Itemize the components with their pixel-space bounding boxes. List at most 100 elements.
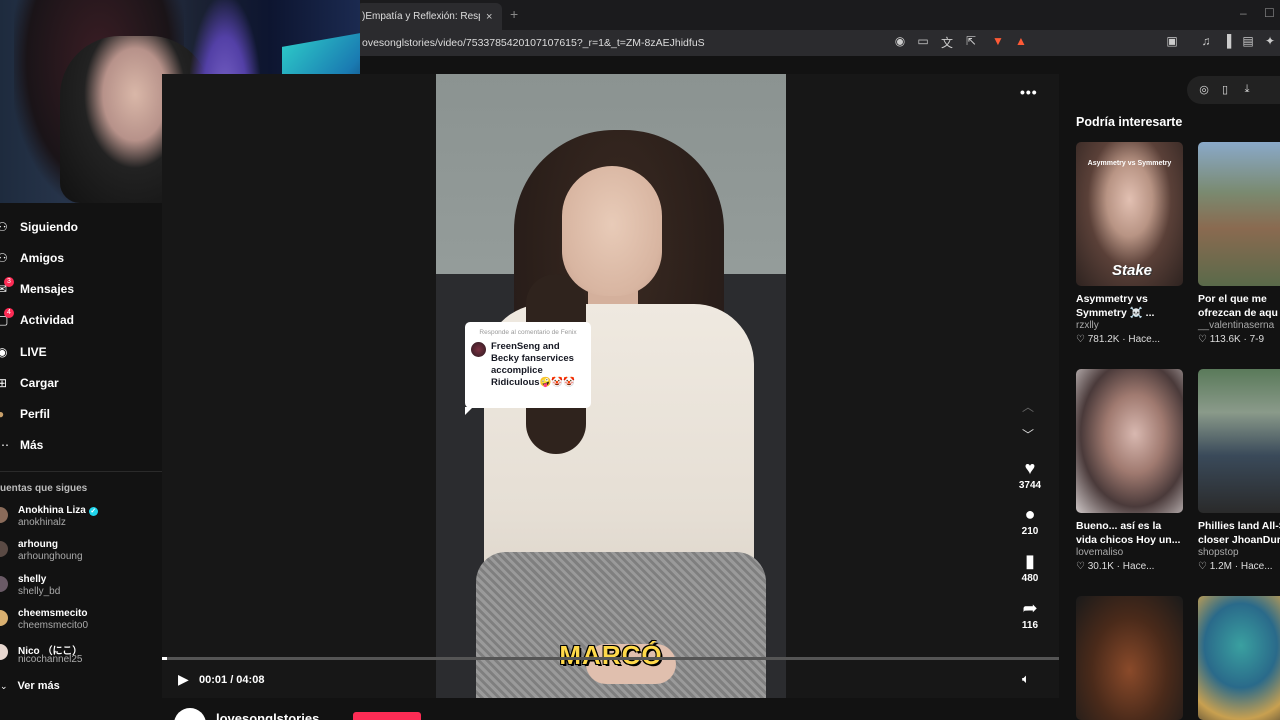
thumbnail-caption: Asymmetry vs Symmetry xyxy=(1087,160,1172,167)
card-title: Asymmetry vs Symmetry ☠️ ... xyxy=(1076,293,1155,319)
new-tab-button[interactable]: + xyxy=(510,6,518,22)
sidebar-item-more[interactable]: ⋯ Más xyxy=(0,435,43,455)
volume-icon[interactable]: 🔈︎ xyxy=(1022,671,1030,687)
next-video-icon[interactable]: ﹀ xyxy=(1022,426,1034,443)
share-count: 116 xyxy=(1021,620,1039,631)
recommendations-title: Podría interesarte xyxy=(1076,115,1183,129)
account-item[interactable]: arhoung arhounghoung xyxy=(0,538,162,568)
avatar xyxy=(0,541,8,557)
media-icon[interactable]: ◉ xyxy=(892,34,908,48)
extensions-icon[interactable]: ✦ xyxy=(1262,34,1278,48)
comment-button[interactable]: ● 210 xyxy=(1010,504,1050,537)
account-name: shelly xyxy=(18,574,47,585)
progress-bar[interactable] xyxy=(162,657,1059,660)
save-count: 480 xyxy=(1021,573,1039,584)
author-name[interactable]: lovesonglstories xyxy=(216,711,319,720)
avatar[interactable] xyxy=(174,708,206,720)
recommendations-panel: ◎ ▯ ⤓ Podría interesarte Asymmetry vs Sy… xyxy=(1059,56,1280,720)
account-handle: nicochannel25 xyxy=(18,654,83,665)
see-more-button[interactable]: ⌄ Ver más xyxy=(0,679,60,693)
more-options-icon[interactable]: ••• xyxy=(1020,84,1038,100)
following-accounts-title: uentas que sigues xyxy=(0,483,88,494)
chevron-down-icon: ⌄ xyxy=(0,680,8,691)
video-thumbnail[interactable]: Asymmetry vs Symmetry Stake xyxy=(1076,142,1183,286)
play-icon[interactable]: ▶ xyxy=(178,671,189,688)
video-thumbnail[interactable] xyxy=(1076,596,1183,720)
sidebar-item-upload[interactable]: ⊞ Cargar xyxy=(0,373,59,393)
save-button[interactable]: ▮ 480 xyxy=(1010,551,1050,584)
close-tab-icon[interactable]: × xyxy=(486,11,492,23)
heart-icon: ♡ xyxy=(1076,561,1085,572)
card-stats: ♡ 1.2M · Hace... xyxy=(1198,561,1273,572)
video-tools: ◎ ▯ ⤓ xyxy=(1187,76,1280,104)
comment-count: 210 xyxy=(1021,526,1039,537)
stake-logo: Stake xyxy=(1112,262,1153,279)
compass-icon[interactable]: ◎ xyxy=(1197,83,1211,96)
translate-icon[interactable]: 文 xyxy=(939,34,955,51)
like-button[interactable]: ♥ 3744 xyxy=(1010,458,1050,491)
activity-badge: 4 xyxy=(4,308,14,318)
video-thumbnail[interactable] xyxy=(1076,369,1183,513)
account-handle: anokhinalz xyxy=(18,517,66,528)
sidebar-item-profile[interactable]: ● Perfil xyxy=(0,404,50,424)
card-author: __valentinaserna xyxy=(1198,320,1275,331)
browser-tab[interactable]: )Empatía y Reflexión: Respuesta × xyxy=(356,3,502,30)
maximize-button[interactable]: ☐ xyxy=(1264,6,1275,20)
sidebar-icon[interactable]: ▐ xyxy=(1219,34,1235,48)
share-button[interactable]: ➦ 116 xyxy=(1010,598,1050,631)
nav-label: LIVE xyxy=(20,345,47,359)
video-thumbnail[interactable] xyxy=(1198,369,1280,513)
sidebar-item-friends[interactable]: ⚇ Amigos xyxy=(0,248,64,268)
sidebar-item-live[interactable]: ◉ LIVE xyxy=(0,342,47,362)
account-item[interactable]: Anokhina Liza ✓ anokhinalz xyxy=(0,504,162,534)
nav-label: Perfil xyxy=(20,407,51,421)
comment-icon: ● xyxy=(1024,504,1036,524)
video-thumbnail[interactable] xyxy=(1198,596,1280,720)
author-bar: lovesonglstories xyxy=(162,698,1059,720)
minimize-button[interactable]: – xyxy=(1240,6,1247,20)
nav-label: Amigos xyxy=(20,251,65,265)
sidebar-item-messages[interactable]: ✉ 3 Mensajes xyxy=(0,277,74,299)
card-title: Phillies land All-S closer JhoanDur xyxy=(1198,520,1280,546)
account-item[interactable]: cheemsmecito cheemsmecito0 xyxy=(0,607,162,637)
account-item[interactable]: shelly shelly_bd xyxy=(0,573,162,603)
previous-video-icon[interactable]: ︿ xyxy=(1022,398,1034,415)
account-item[interactable]: Nico （にこ） nicochannel25 xyxy=(0,641,162,671)
reply-header: Responde al comentario de Fenix xyxy=(479,329,577,336)
following-icon: ⚇ xyxy=(0,220,8,234)
card-title: Por el que me ofrezcan de aqu xyxy=(1198,293,1278,319)
share-icon[interactable]: ⇱ xyxy=(963,34,979,48)
see-more-label: Ver más xyxy=(17,680,60,692)
video-thumbnail[interactable] xyxy=(1198,142,1280,286)
avatar xyxy=(0,576,8,592)
tab-search-icon[interactable]: ▣ xyxy=(1164,34,1180,48)
sidebar-item-following[interactable]: ⚇ Siguiendo xyxy=(0,217,78,237)
messages-badge: 3 xyxy=(4,277,14,287)
brave-shield-icon[interactable]: ▼ xyxy=(990,34,1006,48)
card-author: shopstop xyxy=(1198,547,1239,558)
nav-label: Actividad xyxy=(20,313,75,327)
bookmark-icon: ▮ xyxy=(1025,551,1035,571)
screen: )Empatía y Reflexión: Respuesta × + – ☐ … xyxy=(0,0,1280,720)
friends-icon: ⚇ xyxy=(0,251,8,265)
heart-icon: ♡ xyxy=(1198,561,1207,572)
music-icon[interactable]: ♫ xyxy=(1198,34,1214,48)
card-stats: ♡ 113.6K · 7-9 xyxy=(1198,334,1265,345)
sidebar-item-activity[interactable]: ▢ 4 Actividad xyxy=(0,308,75,330)
account-name: arhoung xyxy=(18,539,58,550)
avatar xyxy=(0,507,8,523)
avatar xyxy=(0,644,8,660)
video-face xyxy=(562,166,662,296)
rewards-icon[interactable]: ▲ xyxy=(1013,34,1029,48)
cast-icon[interactable]: ▭ xyxy=(915,34,931,48)
wallet-icon[interactable]: ▤ xyxy=(1240,34,1256,48)
phone-icon[interactable]: ▯ xyxy=(1218,83,1232,96)
download-icon[interactable]: ⤓ xyxy=(1240,83,1254,96)
url-text[interactable]: ovesonglstories/video/753378542010710761… xyxy=(362,37,705,49)
card-author: lovemaliso xyxy=(1076,547,1124,558)
account-name: Anokhina Liza ✓ xyxy=(18,505,98,516)
heart-icon: ♡ xyxy=(1198,334,1207,345)
follow-button[interactable] xyxy=(353,712,421,720)
card-author: rzxlly xyxy=(1076,320,1099,331)
more-icon: ⋯ xyxy=(0,438,9,452)
